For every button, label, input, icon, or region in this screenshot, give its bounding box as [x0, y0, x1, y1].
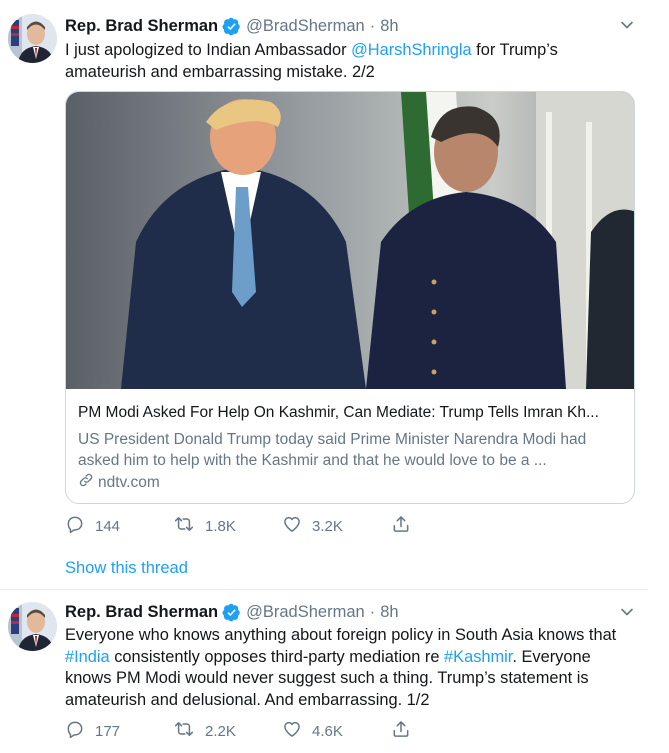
- card-description: US President Donald Trump today said Pri…: [78, 431, 587, 469]
- share-button[interactable]: [391, 514, 421, 538]
- retweet-icon: [173, 514, 205, 538]
- tweet-text-part: Everyone who knows anything about foreig…: [65, 626, 617, 644]
- like-button[interactable]: 4.6K: [282, 719, 343, 743]
- tweet-actions: 177 2.2K 4.6K: [65, 719, 465, 743]
- tweet[interactable]: Rep. Brad Sherman @BradSherman · 8h Ever…: [0, 591, 648, 753]
- card-title[interactable]: PM Modi Asked For Help On Kashmir, Can M…: [78, 404, 626, 422]
- link-icon: [78, 472, 98, 493]
- like-button[interactable]: 3.2K: [282, 514, 343, 538]
- reply-count: 144: [95, 517, 121, 535]
- separator: ·: [369, 16, 376, 35]
- mention-link[interactable]: @HarshShringla: [351, 41, 472, 59]
- like-count: 3.2K: [312, 517, 343, 535]
- retweet-count: 2.2K: [205, 722, 236, 740]
- card-domain: ndtv.com: [78, 472, 160, 493]
- share-icon: [391, 719, 421, 743]
- reply-icon: [65, 514, 95, 538]
- author-handle[interactable]: @BradSherman: [246, 603, 365, 622]
- show-thread-link[interactable]: Show this thread: [65, 559, 188, 578]
- like-count: 4.6K: [312, 722, 343, 740]
- chevron-down-icon[interactable]: [619, 604, 635, 620]
- avatar[interactable]: [8, 14, 57, 63]
- author-handle[interactable]: @BradSherman: [246, 17, 365, 36]
- avatar[interactable]: [8, 602, 57, 651]
- timestamp[interactable]: 8h: [380, 17, 398, 36]
- author-name[interactable]: Rep. Brad Sherman: [65, 17, 218, 36]
- retweet-count: 1.8K: [205, 517, 236, 535]
- retweet-button[interactable]: 1.8K: [173, 514, 236, 538]
- heart-icon: [282, 514, 312, 538]
- link-card[interactable]: PM Modi Asked For Help On Kashmir, Can M…: [65, 91, 635, 504]
- tweet-text: Everyone who knows anything about foreig…: [65, 625, 635, 711]
- tweet-text: I just apologized to Indian Ambassador @…: [65, 40, 635, 83]
- reply-button[interactable]: 177: [65, 719, 120, 743]
- hashtag-link[interactable]: #Kashmir: [444, 648, 512, 666]
- verified-badge-icon: [222, 603, 241, 622]
- timestamp[interactable]: 8h: [380, 603, 398, 622]
- tweet-text-part: consistently opposes third-party mediati…: [109, 647, 445, 666]
- card-domain-text: ndtv.com: [98, 473, 160, 491]
- card-image: [66, 92, 634, 389]
- tweet-header: Rep. Brad Sherman @BradSherman · 8h: [65, 15, 399, 37]
- hashtag-link[interactable]: #India: [65, 648, 110, 666]
- share-button[interactable]: [391, 719, 421, 743]
- author-name[interactable]: Rep. Brad Sherman: [65, 603, 218, 622]
- retweet-icon: [173, 719, 205, 743]
- reply-count: 177: [95, 722, 121, 740]
- share-icon: [391, 514, 421, 538]
- tweet-actions: 144 1.8K 3.2K: [65, 514, 465, 538]
- tweet-text-part: I just apologized to Indian Ambassador: [65, 41, 352, 59]
- tweet-header: Rep. Brad Sherman @BradSherman · 8h: [65, 601, 399, 623]
- heart-icon: [282, 719, 312, 743]
- reply-icon: [65, 719, 95, 743]
- separator: ·: [369, 602, 376, 621]
- verified-badge-icon: [222, 17, 241, 36]
- retweet-button[interactable]: 2.2K: [173, 719, 236, 743]
- reply-button[interactable]: 144: [65, 514, 120, 538]
- chevron-down-icon[interactable]: [619, 17, 635, 33]
- tweet[interactable]: Rep. Brad Sherman @BradSherman · 8h I ju…: [0, 0, 648, 590]
